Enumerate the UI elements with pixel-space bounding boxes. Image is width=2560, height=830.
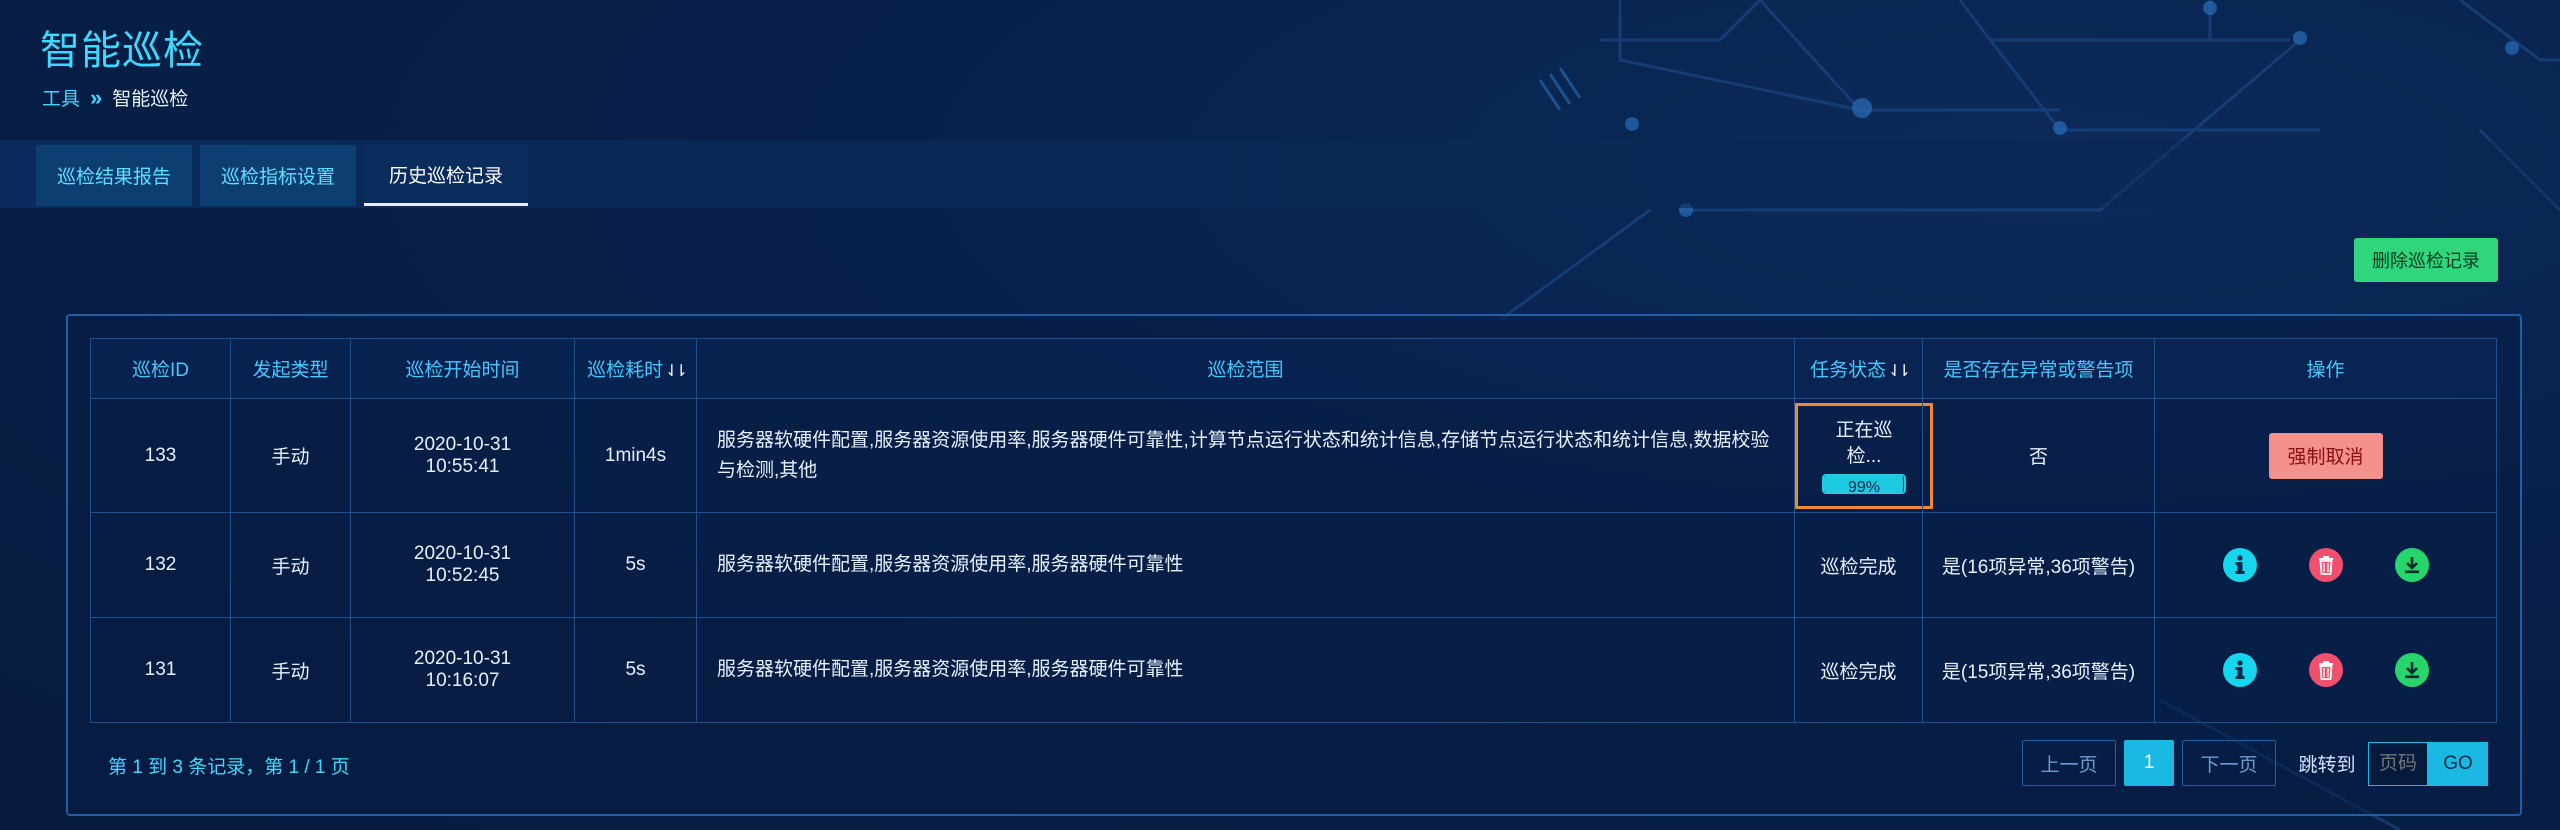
table-row: 131 手动 2020-10-31 10:16:07 5s 服务器软硬件配置,服… <box>90 617 2497 723</box>
cell-date: 2020-10-31 <box>413 433 512 455</box>
cell-actions: 强制取消 <box>2154 398 2497 513</box>
trash-icon[interactable] <box>2308 653 2343 687</box>
cell-date: 2020-10-31 <box>413 648 512 669</box>
row-actions <box>2155 653 2496 687</box>
delete-records-button[interactable]: 删除巡检记录 <box>2354 238 2498 282</box>
cell-actions <box>2154 512 2497 618</box>
jump-to-label: 跳转到 <box>2298 754 2356 776</box>
cell-id: 132 <box>90 512 231 618</box>
tab-inspection-history[interactable]: 历史巡检记录 <box>364 145 528 206</box>
cell-start-time: 2020-10-31 10:55:41 <box>350 398 575 513</box>
cell-time: 10:16:07 <box>425 670 500 691</box>
breadcrumb-current: 智能巡检 <box>112 89 189 110</box>
download-icon[interactable] <box>2394 653 2429 687</box>
cell-id: 133 <box>90 398 231 513</box>
tab-inspection-settings[interactable]: 巡检指标设置 <box>200 145 356 206</box>
column-header-duration-label: 巡检耗时 <box>587 360 664 381</box>
status-highlight-box: 正在巡检... 99% <box>1795 402 1933 509</box>
column-header-status-label: 任务状态 <box>1810 360 1887 381</box>
download-icon[interactable] <box>2394 548 2429 582</box>
cell-id: 131 <box>90 617 231 723</box>
progress-bar: 99% <box>1822 473 1906 494</box>
table-row: 133 手动 2020-10-31 10:55:41 1min4s 服务器软硬件… <box>90 398 2497 513</box>
prev-page-button[interactable]: 上一页 <box>2022 740 2116 786</box>
tab-inspection-report[interactable]: 巡检结果报告 <box>36 145 192 206</box>
info-icon[interactable] <box>2222 548 2257 582</box>
page-number-input[interactable] <box>2368 742 2428 786</box>
trash-icon[interactable] <box>2308 548 2343 582</box>
cell-status: 巡检完成 <box>1794 512 1923 618</box>
column-header-actions-label: 操作 <box>2306 360 2345 381</box>
cell-time: 10:52:45 <box>425 565 500 586</box>
cell-actions <box>2154 617 2497 723</box>
cell-time: 10:55:41 <box>425 455 500 477</box>
cell-anomaly: 否 <box>1922 398 2155 513</box>
cell-type: 手动 <box>230 512 351 618</box>
cell-duration: 1min4s <box>574 398 697 513</box>
breadcrumb-separator-icon: » <box>90 84 103 110</box>
column-header-scope: 巡检范围 <box>696 338 1795 399</box>
cell-duration: 5s <box>574 617 697 723</box>
page-1-button[interactable]: 1 <box>2124 740 2174 786</box>
cell-anomaly: 是(16项异常,36项警告) <box>1922 512 2155 618</box>
status-text: 正在巡检... <box>1835 419 1893 467</box>
sort-icon[interactable]: ⇃⇂ <box>1888 363 1911 380</box>
column-header-start-time: 巡检开始时间 <box>350 338 575 399</box>
column-header-scope-label: 巡检范围 <box>1207 360 1284 381</box>
column-header-type-label: 发起类型 <box>252 360 329 381</box>
pagination-summary: 第 1 到 3 条记录，第 1 / 1 页 <box>108 757 350 778</box>
sort-icon[interactable]: ⇃⇂ <box>665 363 688 380</box>
table-row: 132 手动 2020-10-31 10:52:45 5s 服务器软硬件配置,服… <box>90 512 2497 618</box>
cell-scope: 服务器软硬件配置,服务器资源使用率,服务器硬件可靠性 <box>696 617 1795 723</box>
table-header-row: 巡检ID 发起类型 巡检开始时间 巡检耗时 ⇃⇂ 巡检范围 任务状态 ⇃⇂ 是否存在… <box>90 338 2497 399</box>
page-title: 智能巡检 <box>40 29 204 73</box>
history-table: 巡检ID 发起类型 巡检开始时间 巡检耗时 ⇃⇂ 巡检范围 任务状态 ⇃⇂ 是否存在… <box>90 338 2497 723</box>
row-actions <box>2155 548 2496 582</box>
column-header-type: 发起类型 <box>230 338 351 399</box>
go-button[interactable]: GO <box>2428 742 2488 786</box>
info-icon[interactable] <box>2222 653 2257 687</box>
cell-status: 巡检完成 <box>1794 617 1923 723</box>
cell-start-time: 2020-10-31 10:52:45 <box>350 512 575 618</box>
cell-scope: 服务器软硬件配置,服务器资源使用率,服务器硬件可靠性 <box>696 512 1795 618</box>
cell-type: 手动 <box>230 398 351 513</box>
next-page-button[interactable]: 下一页 <box>2182 740 2276 786</box>
cell-duration: 5s <box>574 512 697 618</box>
column-header-status[interactable]: 任务状态 ⇃⇂ <box>1794 338 1923 399</box>
column-header-anomaly: 是否存在异常或警告项 <box>1922 338 2155 399</box>
cell-start-time: 2020-10-31 10:16:07 <box>350 617 575 723</box>
cell-date: 2020-10-31 <box>413 543 512 564</box>
column-header-id-label: 巡检ID <box>131 360 189 381</box>
breadcrumb: 工具 » 智能巡检 <box>42 84 188 111</box>
breadcrumb-link-tools[interactable]: 工具 <box>42 84 80 111</box>
cell-anomaly: 是(15项异常,36项警告) <box>1922 617 2155 723</box>
column-header-id: 巡检ID <box>90 338 231 399</box>
column-header-actions: 操作 <box>2154 338 2497 399</box>
progress-label: 99% <box>1847 478 1881 494</box>
column-header-start-time-label: 巡检开始时间 <box>405 360 520 381</box>
force-cancel-button[interactable]: 强制取消 <box>2268 432 2383 479</box>
column-header-duration[interactable]: 巡检耗时 ⇃⇂ <box>574 338 697 399</box>
cell-status: 正在巡检... 99% <box>1794 398 1933 513</box>
column-header-anomaly-label: 是否存在异常或警告项 <box>1943 360 2134 381</box>
cell-scope: 服务器软硬件配置,服务器资源使用率,服务器硬件可靠性,计算节点运行状态和统计信息… <box>696 398 1795 513</box>
cell-type: 手动 <box>230 617 351 723</box>
